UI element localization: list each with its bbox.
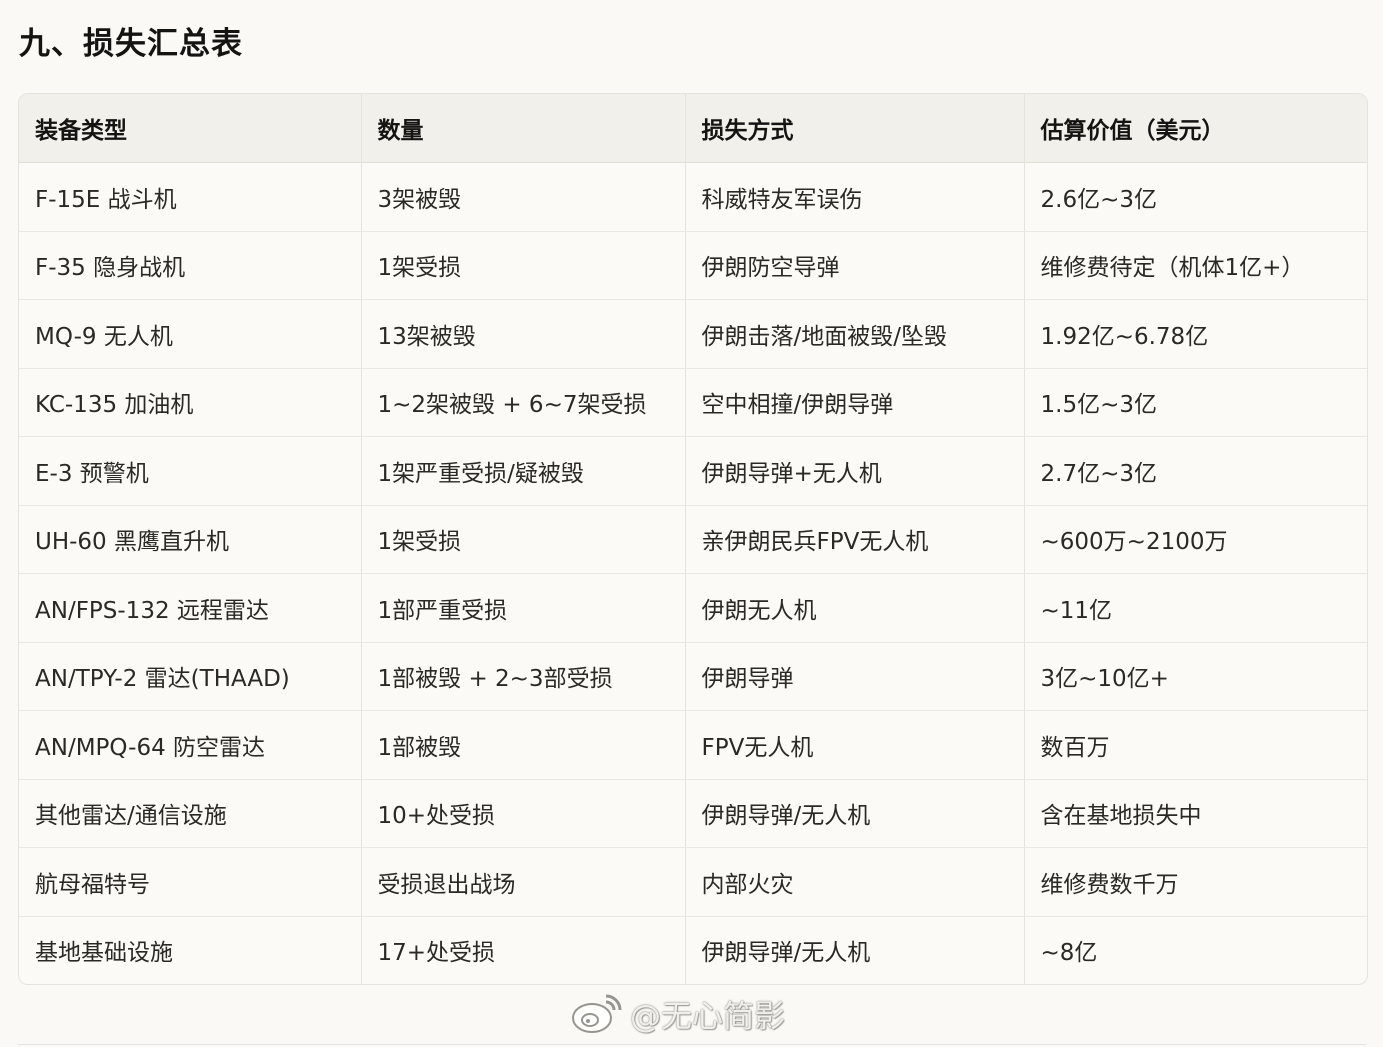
cell-estimated-value: 含在基地损失中 xyxy=(1024,779,1367,848)
table-row: F-35 隐身战机 1架受损 伊朗防空导弹 维修费待定（机体1亿+） xyxy=(19,231,1367,300)
cell-estimated-value: 2.7亿~3亿 xyxy=(1024,436,1367,506)
watermark: @无心简影 xyxy=(570,990,785,1036)
cell-loss-method: FPV无人机 xyxy=(685,710,1025,780)
cell-quantity: 1架受损 xyxy=(361,231,686,300)
cell-loss-method: 亲伊朗民兵FPV无人机 xyxy=(685,505,1025,574)
cell-loss-method: 伊朗无人机 xyxy=(685,573,1025,643)
cell-quantity: 10+处受损 xyxy=(361,779,686,848)
page: 九、损失汇总表 装备类型 数量 损失方式 估算价值（美元） F-15E 战斗机 3… xyxy=(0,0,1383,1047)
cell-quantity: 13架被毁 xyxy=(361,299,686,369)
watermark-text: @无心简影 xyxy=(630,998,785,1035)
cell-quantity: 1架严重受损/疑被毁 xyxy=(361,436,686,506)
cell-equipment-type: AN/FPS-132 远程雷达 xyxy=(19,573,362,643)
table-row: AN/FPS-132 远程雷达 1部严重受损 伊朗无人机 ~11亿 xyxy=(19,573,1367,643)
cell-estimated-value: 数百万 xyxy=(1024,710,1367,780)
cell-estimated-value: ~11亿 xyxy=(1024,573,1367,643)
cell-equipment-type: AN/MPQ-64 防空雷达 xyxy=(19,710,362,780)
cell-estimated-value: 维修费待定（机体1亿+） xyxy=(1024,231,1367,300)
cell-equipment-type: 航母福特号 xyxy=(19,847,362,917)
header-quantity: 数量 xyxy=(361,94,686,163)
table-row: KC-135 加油机 1~2架被毁 + 6~7架受损 空中相撞/伊朗导弹 1.5亿~3… xyxy=(19,368,1367,437)
cell-loss-method: 伊朗导弹+无人机 xyxy=(685,436,1025,506)
header-equipment-type: 装备类型 xyxy=(19,94,362,163)
table-row: UH-60 黑鹰直升机 1架受损 亲伊朗民兵FPV无人机 ~600万~2100万 xyxy=(19,505,1367,574)
header-loss-method: 损失方式 xyxy=(685,94,1025,163)
cell-equipment-type: UH-60 黑鹰直升机 xyxy=(19,505,362,574)
cell-quantity: 1部被毁 + 2~3部受损 xyxy=(361,642,686,711)
cell-equipment-type: 基地基础设施 xyxy=(19,916,362,984)
cell-equipment-type: F-15E 战斗机 xyxy=(19,162,362,232)
section-title: 九、损失汇总表 xyxy=(19,26,243,62)
table-row: F-15E 战斗机 3架被毁 科威特友军误伤 2.6亿~3亿 xyxy=(19,162,1367,232)
table-row: 基地基础设施 17+处受损 伊朗导弹/无人机 ~8亿 xyxy=(19,916,1367,984)
cell-equipment-type: AN/TPY-2 雷达(THAAD) xyxy=(19,642,362,711)
cell-quantity: 1部严重受损 xyxy=(361,573,686,643)
cell-equipment-type: MQ-9 无人机 xyxy=(19,299,362,369)
table-body: F-15E 战斗机 3架被毁 科威特友军误伤 2.6亿~3亿 F-35 隐身战机 1架受损… xyxy=(19,162,1367,984)
cell-estimated-value: 3亿~10亿+ xyxy=(1024,642,1367,711)
table-row: E-3 预警机 1架严重受损/疑被毁 伊朗导弹+无人机 2.7亿~3亿 xyxy=(19,436,1367,506)
cell-loss-method: 伊朗导弹 xyxy=(685,642,1025,711)
cell-loss-method: 空中相撞/伊朗导弹 xyxy=(685,368,1025,437)
table-row: AN/MPQ-64 防空雷达 1部被毁 FPV无人机 数百万 xyxy=(19,710,1367,780)
loss-summary-table: 装备类型 数量 损失方式 估算价值（美元） F-15E 战斗机 3架被毁 科威特友军… xyxy=(19,94,1367,984)
cell-quantity: 1部被毁 xyxy=(361,710,686,780)
cell-quantity: 1架受损 xyxy=(361,505,686,574)
cell-estimated-value: 维修费数千万 xyxy=(1024,847,1367,917)
cell-loss-method: 伊朗导弹/无人机 xyxy=(685,779,1025,848)
cell-equipment-type: F-35 隐身战机 xyxy=(19,231,362,300)
cell-loss-method: 科威特友军误伤 xyxy=(685,162,1025,232)
loss-summary-table-container: 装备类型 数量 损失方式 估算价值（美元） F-15E 战斗机 3架被毁 科威特友军… xyxy=(18,93,1368,985)
cell-quantity: 3架被毁 xyxy=(361,162,686,232)
bottom-divider xyxy=(18,1044,1366,1045)
cell-estimated-value: ~600万~2100万 xyxy=(1024,505,1367,574)
table-row: 其他雷达/通信设施 10+处受损 伊朗导弹/无人机 含在基地损失中 xyxy=(19,779,1367,848)
table-row: AN/TPY-2 雷达(THAAD) 1部被毁 + 2~3部受损 伊朗导弹 3亿~10… xyxy=(19,642,1367,711)
cell-equipment-type: E-3 预警机 xyxy=(19,436,362,506)
table-row: 航母福特号 受损退出战场 内部火灾 维修费数千万 xyxy=(19,847,1367,917)
cell-loss-method: 伊朗防空导弹 xyxy=(685,231,1025,300)
cell-estimated-value: 1.5亿~3亿 xyxy=(1024,368,1367,437)
header-estimated-value: 估算价值（美元） xyxy=(1024,94,1367,163)
cell-loss-method: 内部火灾 xyxy=(685,847,1025,917)
cell-quantity: 17+处受损 xyxy=(361,916,686,984)
cell-estimated-value: ~8亿 xyxy=(1040,940,1098,967)
cell-equipment-type: KC-135 加油机 xyxy=(19,368,362,437)
table-header-row: 装备类型 数量 损失方式 估算价值（美元） xyxy=(19,94,1367,163)
table-row: MQ-9 无人机 13架被毁 伊朗击落/地面被毁/坠毁 1.92亿~6.78亿 xyxy=(19,299,1367,369)
weibo-logo-icon xyxy=(572,994,622,1033)
cell-equipment-type: 其他雷达/通信设施 xyxy=(19,779,362,848)
cell-estimated-value: 2.6亿~3亿 xyxy=(1024,162,1367,232)
cell-quantity: 1~2架被毁 + 6~7架受损 xyxy=(361,368,686,437)
cell-estimated-value: 1.92亿~6.78亿 xyxy=(1024,299,1367,369)
cell-quantity: 受损退出战场 xyxy=(361,847,686,917)
cell-loss-method: 伊朗击落/地面被毁/坠毁 xyxy=(685,299,1025,369)
cell-loss-method: 伊朗导弹/无人机 xyxy=(685,916,1025,984)
